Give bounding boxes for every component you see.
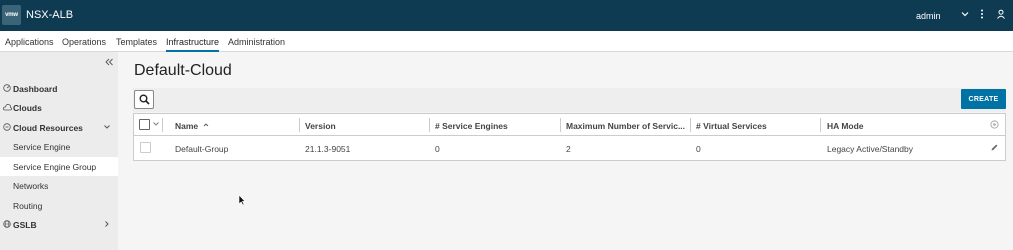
- sidebar-item-clouds[interactable]: Clouds: [0, 98, 118, 117]
- main-nav: Applications Operations Templates Infras…: [0, 31, 1013, 52]
- select-all-checkbox[interactable]: [139, 119, 150, 130]
- mouse-cursor-icon: [238, 194, 246, 208]
- sidebar-item-dashboard[interactable]: Dashboard: [0, 79, 118, 98]
- cloud-resources-icon: [3, 123, 11, 131]
- column-separator[interactable]: [690, 118, 691, 132]
- sidebar-item-label: Clouds: [13, 102, 42, 113]
- data-grid: Name Version # Service Engines Maximum N…: [133, 113, 1006, 161]
- sidebar-item-label: Service Engine Group: [13, 161, 97, 172]
- sort-ascending-icon[interactable]: [203, 120, 209, 127]
- search-button[interactable]: [134, 90, 154, 109]
- table-row[interactable]: Default-Group 21.1.3-9051 0 2 0 Legacy A…: [134, 136, 1005, 160]
- cell-version: 21.1.3-9051: [305, 144, 351, 154]
- column-header-service-engines[interactable]: # Service Engines: [435, 121, 508, 131]
- column-separator[interactable]: [299, 118, 300, 132]
- search-icon: [139, 94, 150, 105]
- cloud-icon: [3, 103, 13, 111]
- grid-toolbar: [133, 88, 1006, 112]
- more-vertical-icon[interactable]: [977, 9, 989, 21]
- column-separator[interactable]: [560, 118, 561, 132]
- page-title: Default-Cloud: [134, 62, 232, 79]
- column-separator: [162, 118, 163, 132]
- sidebar-item-routing[interactable]: Routing: [0, 196, 118, 215]
- grid-header: Name Version # Service Engines Maximum N…: [134, 114, 1005, 136]
- double-chevron-left-icon[interactable]: [104, 57, 114, 67]
- column-separator[interactable]: [820, 118, 821, 132]
- sidebar-item-label: Networks: [13, 180, 49, 191]
- column-header-name[interactable]: Name: [175, 121, 198, 131]
- tab-administration[interactable]: Administration: [228, 37, 285, 47]
- column-settings-icon[interactable]: [990, 120, 999, 131]
- sidebar-item-label: Routing: [13, 200, 43, 211]
- column-header-version[interactable]: Version: [305, 121, 336, 131]
- cell-name[interactable]: Default-Group: [175, 144, 228, 154]
- user-name[interactable]: admin: [916, 11, 941, 21]
- column-header-virtual-services[interactable]: # Virtual Services: [696, 121, 767, 131]
- sidebar-item-service-engine[interactable]: Service Engine: [0, 137, 118, 156]
- sidebar-item-gslb[interactable]: GSLB: [0, 215, 118, 234]
- tab-infrastructure[interactable]: Infrastructure: [166, 37, 220, 52]
- sidebar-item-cloud-resources[interactable]: Cloud Resources: [0, 118, 118, 137]
- chevron-down-icon[interactable]: [960, 9, 972, 21]
- cell-service-engines: 0: [435, 144, 440, 154]
- globe-icon: [3, 220, 11, 228]
- vmware-logo[interactable]: vmw: [2, 5, 21, 25]
- chevron-down-icon[interactable]: [103, 123, 111, 131]
- column-header-ha-mode[interactable]: HA Mode: [827, 121, 864, 131]
- sidebar-item-service-engine-group[interactable]: Service Engine Group: [0, 157, 118, 176]
- cell-max-services: 2: [566, 144, 571, 154]
- top-header: vmw NSX-ALB admin: [0, 0, 1013, 31]
- cell-virtual-services: 0: [696, 144, 701, 154]
- sidebar-item-label: Dashboard: [13, 83, 58, 94]
- column-separator[interactable]: [429, 118, 430, 132]
- sidebar-item-networks[interactable]: Networks: [0, 176, 118, 195]
- tab-applications[interactable]: Applications: [5, 37, 54, 47]
- sidebar-item-label: Service Engine: [13, 141, 71, 152]
- create-button[interactable]: CREATE: [961, 89, 1006, 109]
- app-title: NSX-ALB: [26, 9, 74, 21]
- sidebar-item-label: Cloud Resources: [13, 122, 83, 133]
- chevron-right-icon[interactable]: [103, 220, 111, 228]
- tab-templates[interactable]: Templates: [116, 37, 157, 47]
- sidebar-item-label: GSLB: [13, 219, 37, 230]
- dashboard-icon: [3, 84, 11, 92]
- cell-ha-mode: Legacy Active/Standby: [827, 144, 914, 154]
- chevron-down-icon[interactable]: [152, 120, 160, 130]
- tab-operations[interactable]: Operations: [62, 37, 106, 47]
- user-icon[interactable]: [996, 9, 1008, 21]
- edit-pencil-icon[interactable]: [990, 143, 999, 154]
- column-header-max-services[interactable]: Maximum Number of Servic...: [566, 121, 688, 131]
- row-checkbox[interactable]: [140, 142, 151, 153]
